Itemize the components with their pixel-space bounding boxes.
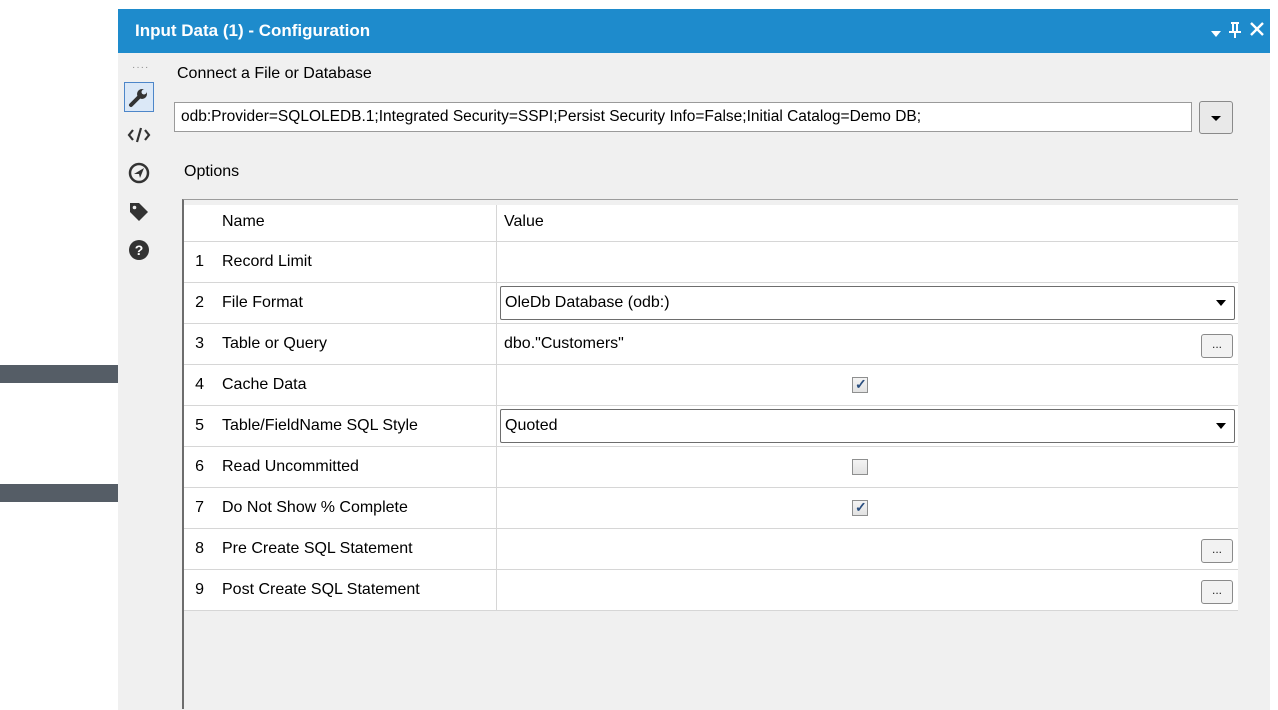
grid-header-row: Name Value xyxy=(184,205,1238,242)
table-row: 9 Post Create SQL Statement ... xyxy=(184,570,1238,611)
read-uncommitted-checkbox[interactable] xyxy=(852,459,868,475)
connect-label: Connect a File or Database xyxy=(177,65,372,82)
title-bar: Input Data (1) - Configuration xyxy=(118,9,1270,53)
row-number: 1 xyxy=(195,253,204,270)
row-name: Cache Data xyxy=(222,376,307,393)
table-row: 4 Cache Data ✓ xyxy=(184,365,1238,406)
table-row: 2 File Format OleDb Database (odb:) xyxy=(184,283,1238,324)
dropdown-icon[interactable] xyxy=(1210,23,1222,44)
row-number: 7 xyxy=(195,499,204,516)
row-number: 9 xyxy=(195,581,204,598)
row-name: Pre Create SQL Statement xyxy=(222,540,413,557)
column-header-value: Value xyxy=(504,213,544,230)
options-grid: Name Value 1 Record Limit 2 File Format … xyxy=(182,199,1238,709)
svg-text:?: ? xyxy=(135,242,144,258)
close-icon[interactable] xyxy=(1249,21,1265,42)
file-format-select[interactable]: OleDb Database (odb:) xyxy=(500,286,1235,320)
table-row: 5 Table/FieldName SQL Style Quoted xyxy=(184,406,1238,447)
row-name: Read Uncommitted xyxy=(222,458,359,475)
pre-sql-browse-button[interactable]: ... xyxy=(1201,539,1233,563)
table-row: 7 Do Not Show % Complete ✓ xyxy=(184,488,1238,529)
row-number: 8 xyxy=(195,540,204,557)
chevron-down-icon xyxy=(1216,300,1226,306)
table-query-input[interactable]: dbo."Customers" ... xyxy=(496,324,1238,364)
tag-icon[interactable] xyxy=(124,197,154,227)
sql-style-value: Quoted xyxy=(505,417,558,434)
navigate-icon[interactable] xyxy=(124,158,154,188)
row-number: 4 xyxy=(195,376,204,393)
table-row: 6 Read Uncommitted xyxy=(184,447,1238,488)
file-format-value: OleDb Database (odb:) xyxy=(505,294,670,311)
record-limit-input[interactable] xyxy=(496,242,1238,282)
options-label: Options xyxy=(184,163,240,180)
row-name: File Format xyxy=(222,294,303,311)
configuration-panel: Input Data (1) - Configuration ···· ? Co… xyxy=(118,9,1270,710)
row-number: 3 xyxy=(195,335,204,352)
table-row: 3 Table or Query dbo."Customers" ... xyxy=(184,324,1238,365)
row-name: Post Create SQL Statement xyxy=(222,581,420,598)
row-number: 6 xyxy=(195,458,204,475)
sql-style-select[interactable]: Quoted xyxy=(500,409,1235,443)
check-icon: ✓ xyxy=(855,499,867,515)
check-icon: ✓ xyxy=(855,376,867,392)
wrench-icon[interactable] xyxy=(124,82,154,112)
hide-progress-checkbox[interactable]: ✓ xyxy=(852,499,868,516)
table-row: 8 Pre Create SQL Statement ... xyxy=(184,529,1238,570)
column-header-name: Name xyxy=(222,213,265,230)
row-name: Table or Query xyxy=(222,335,327,352)
toolbar-grip: ···· xyxy=(132,62,150,73)
table-query-browse-button[interactable]: ... xyxy=(1201,334,1233,358)
row-name: Record Limit xyxy=(222,253,312,270)
connection-string-field[interactable]: odb:Provider=SQLOLEDB.1;Integrated Secur… xyxy=(174,102,1192,132)
post-sql-browse-button[interactable]: ... xyxy=(1201,580,1233,604)
pin-icon[interactable] xyxy=(1228,21,1242,44)
row-number: 5 xyxy=(195,417,204,434)
help-icon[interactable]: ? xyxy=(124,235,154,265)
connection-dropdown-button[interactable] xyxy=(1199,101,1233,134)
table-query-value: dbo."Customers" xyxy=(504,335,624,352)
xml-icon[interactable] xyxy=(124,120,154,150)
chevron-down-icon xyxy=(1216,423,1226,429)
row-number: 2 xyxy=(195,294,204,311)
cache-data-checkbox[interactable]: ✓ xyxy=(852,376,868,393)
window-title: Input Data (1) - Configuration xyxy=(135,21,371,40)
row-name: Do Not Show % Complete xyxy=(222,499,408,516)
pre-sql-input[interactable]: ... xyxy=(496,529,1238,569)
row-name: Table/FieldName SQL Style xyxy=(222,417,418,434)
post-sql-input[interactable]: ... xyxy=(496,570,1238,610)
table-row: 1 Record Limit xyxy=(184,242,1238,283)
